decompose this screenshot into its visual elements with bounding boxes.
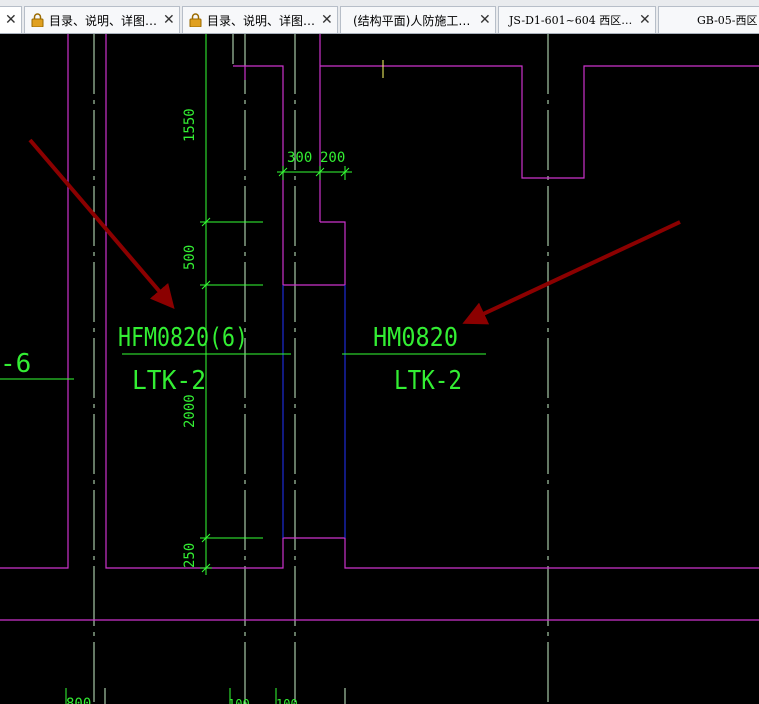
tab-bar: ✕ 目录、说明、详图… ✕ 目录、说明、详图… ✕ (结构平面)人防施工… ✕ … <box>0 0 759 34</box>
tab-close-icon[interactable]: ✕ <box>479 8 491 32</box>
tab-label: JS-D1-601~604 西区… <box>509 14 633 27</box>
dim-text-100-left: 100 <box>228 697 250 704</box>
edge-label[interactable]: -6 <box>0 349 31 379</box>
tab-0[interactable]: ✕ <box>0 6 22 33</box>
tab-close-icon[interactable]: ✕ <box>639 8 651 32</box>
dim-text-2000: 2000 <box>182 394 198 428</box>
door-opening-lines <box>282 285 346 538</box>
dim-text-800: 800 <box>66 696 91 704</box>
tab-close-icon[interactable]: ✕ <box>321 8 333 32</box>
dim-text-200: 200 <box>320 150 345 166</box>
cad-drawing-canvas[interactable]: 1550 500 2000 250 300 200 800 100 100 HF… <box>0 34 759 704</box>
tab-2[interactable]: 目录、说明、详图… ✕ <box>182 6 338 33</box>
lock-icon <box>31 13 44 27</box>
arrow-left <box>28 138 175 310</box>
tab-5[interactable]: GB-05-西区 <box>658 6 759 33</box>
tab-1[interactable]: 目录、说明、详图… ✕ <box>24 6 180 33</box>
door-frame-right[interactable]: LTK-2 <box>394 366 462 396</box>
tab-label: GB-05-西区 <box>697 14 758 27</box>
lock-icon <box>189 13 202 27</box>
arrow-right <box>462 220 681 325</box>
dim-text-1550: 1550 <box>182 108 198 142</box>
door-code-right[interactable]: HM0820 <box>373 323 458 353</box>
tab-label: (结构平面)人防施工… <box>353 14 471 28</box>
dim-text-250: 250 <box>182 543 198 568</box>
door-code-left[interactable]: HFM0820(6) <box>118 323 248 353</box>
tab-3[interactable]: (结构平面)人防施工… ✕ <box>340 6 496 33</box>
tab-close-icon[interactable]: ✕ <box>5 8 17 32</box>
dim-text-500: 500 <box>182 245 198 270</box>
tab-close-icon[interactable]: ✕ <box>163 8 175 32</box>
vertical-dimension-chain <box>200 34 263 575</box>
tab-label: 目录、说明、详图… <box>49 14 158 28</box>
tab-4[interactable]: JS-D1-601~604 西区… ✕ <box>498 6 656 33</box>
door-frame-left[interactable]: LTK-2 <box>132 366 206 396</box>
annotation-arrows <box>28 138 681 325</box>
dim-text-100-right: 100 <box>276 697 298 704</box>
dim-text-300: 300 <box>287 150 312 166</box>
tab-label: 目录、说明、详图… <box>207 14 316 28</box>
